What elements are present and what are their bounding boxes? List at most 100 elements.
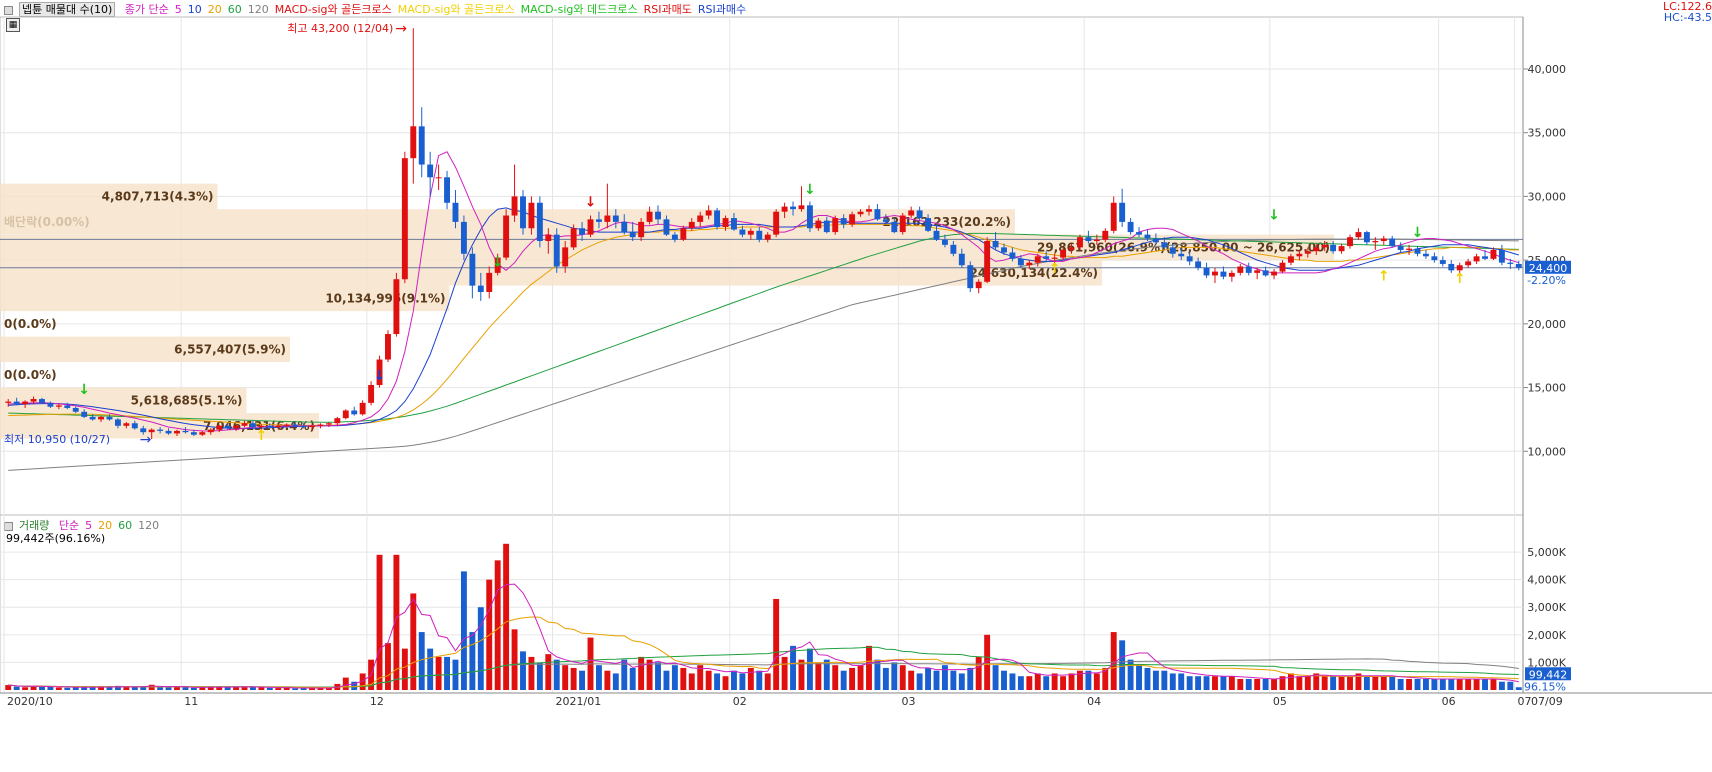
candle-body xyxy=(275,425,282,428)
candle-body xyxy=(300,425,307,428)
candle-body xyxy=(1093,239,1100,242)
candle-body xyxy=(764,234,771,240)
candle-body xyxy=(866,209,872,212)
candle-body xyxy=(1296,253,1303,257)
candle-body xyxy=(823,220,830,233)
x-axis-label: 02 xyxy=(733,695,747,708)
volume-bar xyxy=(1271,678,1278,690)
candle-body xyxy=(1448,263,1455,271)
volume-bar xyxy=(781,656,788,690)
volume-bar xyxy=(1507,681,1514,690)
volume-bar xyxy=(224,687,231,690)
volume-bar xyxy=(435,656,442,690)
volume-bar xyxy=(1490,678,1497,690)
volume-bar xyxy=(1220,676,1227,690)
vol-ma5-line xyxy=(8,583,1519,689)
candle-body xyxy=(401,158,408,280)
candle-body xyxy=(967,265,974,289)
volume-bar xyxy=(98,687,105,690)
volume-bar xyxy=(1338,676,1345,690)
candle-body xyxy=(1338,246,1345,252)
candle-body xyxy=(925,218,932,231)
volume-bar xyxy=(469,632,476,690)
volume-bar xyxy=(1228,676,1235,690)
candle-body xyxy=(984,241,991,282)
volume-tick-label: 5,000K xyxy=(1527,546,1566,559)
candle-body xyxy=(1313,247,1320,252)
candle-body xyxy=(646,211,653,222)
signal-arrow-icon: ↑ xyxy=(1049,261,1061,277)
candle-body xyxy=(317,424,324,426)
volume-bar xyxy=(258,687,265,690)
volume-bar xyxy=(1119,640,1126,690)
x-axis-label: 12 xyxy=(370,695,384,708)
volume-bar xyxy=(1465,678,1472,690)
candle-body xyxy=(612,215,619,222)
candle-body xyxy=(671,234,678,240)
candle-body xyxy=(992,241,999,248)
price-tick-label: 20,000 xyxy=(1528,318,1567,331)
volume-bar xyxy=(266,687,273,690)
x-axis-label: 11 xyxy=(184,695,198,708)
signal-arrow-icon: ↑ xyxy=(1454,271,1466,287)
candle-body xyxy=(747,230,754,235)
volume-bar xyxy=(612,673,619,690)
signal-arrow-icon: ↓ xyxy=(585,195,597,211)
candle-body xyxy=(1178,253,1185,257)
volume-bar xyxy=(342,677,349,690)
high-label: 최고 43,200 (12/04) xyxy=(287,22,393,35)
volume-bar xyxy=(241,687,248,690)
volume-bar xyxy=(1009,673,1016,690)
volume-bar xyxy=(1136,665,1142,690)
volume-bar xyxy=(1237,678,1244,690)
volume-bar xyxy=(131,686,138,690)
volume-bar xyxy=(520,651,526,690)
volume-bar xyxy=(148,684,155,690)
candle-body xyxy=(72,407,79,412)
volume-bar xyxy=(1178,673,1185,690)
candle-body xyxy=(486,272,493,292)
price-tick-label: 35,000 xyxy=(1528,127,1567,140)
candle-body xyxy=(233,425,240,429)
candle-body xyxy=(933,230,940,240)
low-label: 최저 10,950 (10/27) xyxy=(4,433,110,446)
candle-body xyxy=(359,402,366,415)
volume-bar xyxy=(1060,676,1067,690)
volume-bar xyxy=(747,667,754,690)
volume-bar xyxy=(1203,676,1210,690)
candle-body xyxy=(1228,272,1235,277)
candle-body xyxy=(520,196,526,229)
volume-bar xyxy=(1380,676,1387,690)
volume-bar xyxy=(1482,678,1488,690)
stock-chart[interactable]: 10,00015,00020,00025,00030,00035,00040,0… xyxy=(0,0,1712,772)
high-arrow-icon: → xyxy=(395,21,407,37)
candle-body xyxy=(621,221,628,233)
candle-body xyxy=(840,218,847,225)
candle-body xyxy=(1043,256,1050,259)
volume-bar xyxy=(671,665,678,690)
volume-bar xyxy=(874,659,881,690)
candle-body xyxy=(342,410,349,419)
volume-bar xyxy=(655,662,661,690)
volume-bar xyxy=(967,667,974,690)
candle-body xyxy=(697,215,704,222)
volume-bar xyxy=(528,656,535,690)
candle-body xyxy=(13,401,20,405)
candle-body xyxy=(722,218,729,227)
volume-bar xyxy=(958,673,965,690)
candle-body xyxy=(444,177,450,203)
candle-body xyxy=(1203,267,1210,276)
candle-body xyxy=(553,234,560,267)
candle-body xyxy=(1077,237,1083,248)
candle-body xyxy=(1347,237,1353,247)
candle-body xyxy=(680,228,687,240)
candle-body xyxy=(418,126,425,165)
candle-body xyxy=(325,423,332,425)
volume-bar xyxy=(1422,678,1429,690)
candle-body xyxy=(1422,253,1429,257)
candle-body xyxy=(1085,237,1092,242)
volume-bar xyxy=(1034,673,1041,690)
candle-body xyxy=(1372,241,1379,243)
signal-arrow-icon: ↓ xyxy=(374,368,386,384)
candle-body xyxy=(975,281,982,289)
